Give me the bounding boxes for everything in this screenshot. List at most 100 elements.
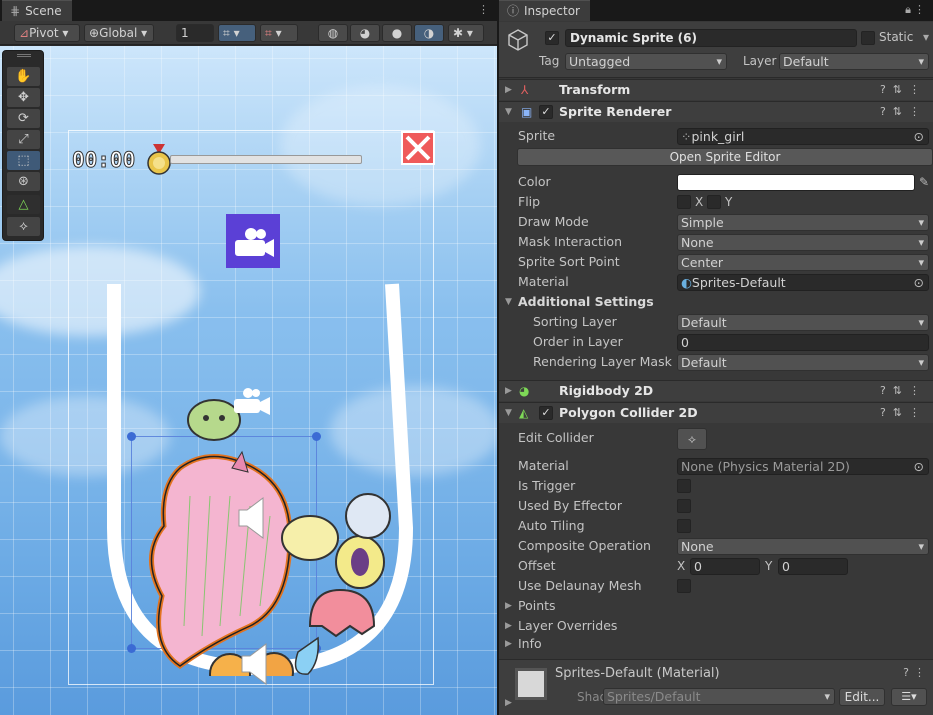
rect-icon: ⬚ (17, 153, 30, 168)
transform-tool-button[interactable]: ⊛ (7, 172, 40, 191)
rect-handle[interactable] (127, 644, 136, 653)
rect-tool-button[interactable]: ⬚ (7, 151, 40, 170)
snap-toggle[interactable]: ⌗ ▾ (218, 24, 256, 42)
component-header-icons[interactable]: ?⇅⋮ (880, 381, 927, 401)
inspector-tabbar: ⓘ Inspector 🔒︎ ⋮ (499, 0, 933, 21)
chevron-right-icon: ▶ (505, 621, 512, 631)
edit-collider-button[interactable]: ⟡ (677, 428, 707, 450)
used-by-effector-row: Used By Effector (499, 496, 933, 516)
static-checkbox[interactable] (861, 31, 875, 45)
move-icon: ✥ (18, 90, 29, 105)
global-dropdown[interactable]: ⊕Global ▾ (84, 24, 154, 42)
polygon-collider-enabled-checkbox[interactable]: ✓ (539, 406, 553, 420)
scene-viewport[interactable]: 00:00 (0, 46, 497, 715)
rendering-layer-mask-dropdown[interactable]: Default (677, 354, 929, 371)
object-name-field[interactable]: Dynamic Sprite (6) (565, 29, 857, 47)
rotate-tool-button[interactable]: ⟳ (7, 109, 40, 128)
additional-settings-foldout[interactable]: ▼ Additional Settings (499, 292, 933, 312)
transform-icon: ⊛ (18, 174, 29, 189)
more-icon[interactable]: ⋮ (478, 3, 489, 16)
object-picker-icon[interactable]: ⊙ (914, 459, 924, 474)
polygon-collider-header[interactable]: ▼ ◭ ✓ Polygon Collider 2D ?⇅⋮ (499, 402, 933, 423)
info-foldout[interactable]: ▶ Info (499, 634, 933, 654)
sprite-renderer-header[interactable]: ▼ ▣ ✓ Sprite Renderer ?⇅⋮ (499, 101, 933, 122)
timer-progress-bar (170, 155, 362, 164)
material-field[interactable]: ◐Sprites-Default ⊙ (677, 274, 929, 291)
scene-panel: ⋕ Scene ⋮ ⊿Pivot ▾ ⊕Global ▾ 1 ⌗ ▾ ⌗ ▾ ◍ … (0, 0, 497, 715)
used-by-effector-checkbox[interactable] (677, 499, 691, 513)
color-row: Color ✎ (499, 172, 933, 192)
sprite-renderer-enabled-checkbox[interactable]: ✓ (539, 105, 553, 119)
layer-dropdown[interactable]: Default (779, 53, 929, 70)
auto-tiling-checkbox[interactable] (677, 519, 691, 533)
sprite-row: Sprite ⁘pink_girl ⊙ (499, 126, 933, 146)
chevron-right-icon: ▶ (505, 601, 512, 611)
tab-scene[interactable]: ⋕ Scene (2, 0, 72, 21)
flip-x-checkbox[interactable] (677, 195, 691, 209)
component-header-icons[interactable]: ?⇅⋮ (880, 403, 927, 423)
rect-handle[interactable] (127, 432, 136, 441)
component-header-icons[interactable]: ?⇅⋮ (880, 102, 927, 122)
more-icon[interactable]: ⋮ (914, 3, 925, 16)
transform-header[interactable]: ▶ ⅄ Transform ?⇅⋮ (499, 79, 933, 100)
rendering-layer-mask-row: Rendering Layer Mask Default (499, 352, 933, 372)
object-picker-icon[interactable]: ⊙ (914, 129, 924, 144)
gameobject-cube-icon (508, 29, 528, 51)
grid-snap-field[interactable]: 1 (176, 24, 214, 42)
is-trigger-checkbox[interactable] (677, 479, 691, 493)
draw-mode-shaded-button[interactable]: ● (382, 24, 412, 42)
tag-dropdown[interactable]: Untagged (565, 53, 727, 70)
chevron-right-icon[interactable]: ▶ (505, 698, 512, 708)
sort-point-dropdown[interactable]: Center (677, 254, 929, 271)
draw-mode-shaded-wire-button[interactable]: ◕ (350, 24, 380, 42)
edit-collider-icon: ⟡ (688, 432, 696, 446)
edit-collider-row: Edit Collider ⟡ (499, 428, 933, 452)
shader-edit-button[interactable]: Edit... (839, 688, 885, 706)
mask-interaction-dropdown[interactable]: None (677, 234, 929, 251)
shader-options-dropdown[interactable]: ☰▾ (891, 688, 927, 706)
shaded-icon: ● (391, 26, 403, 40)
sorting-layer-dropdown[interactable]: Default (677, 314, 929, 331)
points-foldout[interactable]: ▶ Points (499, 596, 933, 616)
component-header-icons[interactable]: ?⇅⋮ (880, 80, 927, 100)
pivot-dropdown[interactable]: ⊿Pivot ▾ (14, 24, 80, 42)
draw-mode-wire-button[interactable]: ◍ (318, 24, 348, 42)
chevron-right-icon: ▶ (505, 639, 512, 649)
color-field[interactable] (677, 174, 915, 191)
eyedropper-icon[interactable]: ✎ (919, 172, 929, 192)
drag-handle[interactable] (17, 54, 31, 57)
delaunay-checkbox[interactable] (677, 579, 691, 593)
active-checkbox[interactable]: ✓ (545, 31, 559, 45)
custom-tool-button[interactable]: ⟡ (7, 217, 40, 236)
draw-mode-unlit-button[interactable]: ◑ (414, 24, 444, 42)
scene-tabbar: ⋕ Scene ⋮ (0, 0, 497, 21)
collider-material-field[interactable]: None (Physics Material 2D) ⊙ (677, 458, 929, 475)
scale-tool-button[interactable]: ⤢ (7, 130, 40, 149)
move-tool-button[interactable]: ✥ (7, 88, 40, 107)
more-icon[interactable]: ⋮ (914, 666, 925, 679)
offset-x-field[interactable]: 0 (690, 558, 760, 575)
draw-mode-dropdown[interactable]: Simple (677, 214, 929, 231)
open-sprite-editor-button[interactable]: Open Sprite Editor (517, 148, 933, 166)
static-dropdown-icon[interactable]: ▾ (923, 30, 929, 44)
order-in-layer-field[interactable]: 0 (677, 334, 929, 351)
composite-operation-dropdown[interactable]: None (677, 538, 929, 555)
chevron-down-icon: ▼ (505, 297, 512, 307)
sprite-field[interactable]: ⁘pink_girl ⊙ (677, 128, 929, 145)
view-tool-button[interactable]: ✋ (7, 67, 40, 86)
object-picker-icon[interactable]: ⊙ (914, 275, 924, 290)
grid-visibility-toggle[interactable]: ⌗ ▾ (260, 24, 298, 42)
help-icon[interactable]: ? (903, 666, 909, 679)
lock-icon[interactable]: 🔒︎ (905, 3, 911, 17)
rigidbody-2d-header[interactable]: ▶ ◕ Rigidbody 2D ?⇅⋮ (499, 380, 933, 401)
debug-dropdown[interactable]: ✱ ▾ (448, 24, 484, 42)
offset-y-field[interactable]: 0 (778, 558, 848, 575)
tab-inspector[interactable]: ⓘ Inspector (499, 0, 590, 21)
unlit-icon: ◑ (423, 26, 435, 40)
shader-dropdown[interactable]: Sprites/Default (603, 688, 835, 705)
edit-collider-tool-button[interactable]: △ (7, 195, 40, 214)
collider-material-row: Material None (Physics Material 2D) ⊙ (499, 456, 933, 476)
material-footer: Sprites-Default (Material) ? ⋮ Shader Sp… (499, 659, 933, 715)
flip-y-checkbox[interactable] (707, 195, 721, 209)
layer-overrides-foldout[interactable]: ▶ Layer Overrides (499, 616, 933, 636)
